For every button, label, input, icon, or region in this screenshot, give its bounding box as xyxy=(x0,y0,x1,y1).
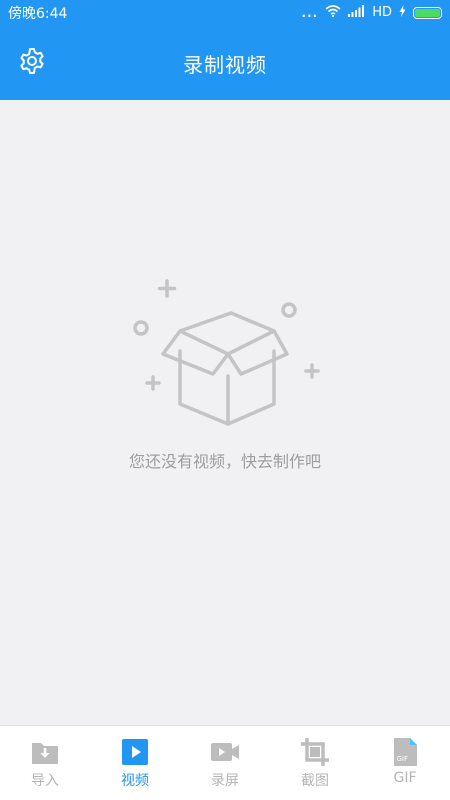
tab-label: 录屏 xyxy=(211,773,239,789)
network-type: HD xyxy=(372,5,392,20)
tab-gif[interactable]: GIF GIF xyxy=(360,726,450,800)
more-dots-icon: ... xyxy=(301,5,319,20)
bottom-tab-bar: 导入 视频 录屏 截图 GIF GIF xyxy=(0,725,450,800)
tab-label: 截图 xyxy=(301,773,329,789)
page-title: 录制视频 xyxy=(183,53,267,77)
tab-screenshot[interactable]: 截图 xyxy=(270,726,360,800)
import-icon xyxy=(32,743,58,764)
tab-label: GIF xyxy=(393,770,417,786)
screen-record-icon xyxy=(211,743,239,761)
status-bar: 傍晚6:44 ... HD xyxy=(0,0,450,25)
battery-icon xyxy=(413,6,442,19)
signal-icon xyxy=(348,4,365,21)
tab-label: 导入 xyxy=(31,773,59,789)
tab-import[interactable]: 导入 xyxy=(0,726,90,800)
wifi-icon xyxy=(325,4,341,21)
svg-text:GIF: GIF xyxy=(397,755,409,763)
tab-label: 视频 xyxy=(121,773,149,789)
app-bar: 录制视频 xyxy=(0,25,450,100)
empty-box-icon xyxy=(133,279,320,426)
gif-file-icon: GIF xyxy=(394,738,417,766)
screen: 傍晚6:44 ... HD 录制视频 您还没有视频，快去制作吧 导入 视频 录屏… xyxy=(0,0,450,800)
crop-icon xyxy=(301,738,329,766)
empty-state-message: 您还没有视频，快去制作吧 xyxy=(128,452,321,471)
tab-video[interactable]: 视频 xyxy=(90,726,180,800)
charging-icon xyxy=(399,4,406,21)
video-play-icon xyxy=(122,739,148,765)
tab-screen-record[interactable]: 录屏 xyxy=(180,726,270,800)
status-time: 傍晚6:44 xyxy=(8,5,68,22)
